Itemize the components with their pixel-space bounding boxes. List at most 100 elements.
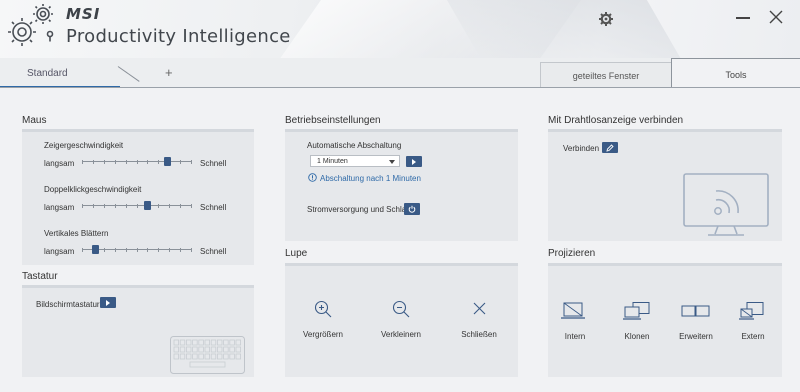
magnifier-close-label: Schließen [461, 330, 497, 339]
keyboard-key [198, 339, 204, 346]
section-title-wireless: Mit Drahtlosanzeige verbinden [548, 115, 684, 126]
section-title-betrieb: Betriebseinstellungen [285, 115, 381, 126]
project-extern-button[interactable]: Extern [728, 302, 778, 344]
tab-tools[interactable]: Tools [671, 58, 800, 88]
keyboard-key [223, 339, 229, 346]
slider-tick [115, 204, 116, 208]
slider-tick [137, 248, 138, 252]
slider-tick [115, 248, 116, 252]
slider-tick [82, 248, 83, 252]
slider-tick [147, 160, 148, 164]
zoom-out-button[interactable]: Verkleinern [373, 300, 429, 344]
pencil-icon [606, 143, 614, 152]
keyboard-key [210, 339, 217, 346]
auto-off-label: Automatische Abschaltung [307, 141, 402, 150]
slider-tick [158, 204, 159, 208]
tab-standard-label: Standard [27, 68, 68, 79]
project-extend-button[interactable]: Erweitern [670, 302, 722, 344]
header-decoration [435, 0, 705, 58]
keyboard-key [217, 346, 223, 353]
slider-thumb[interactable] [164, 157, 171, 166]
keyboard-key [235, 353, 241, 360]
tab-divider [117, 66, 140, 82]
tab-tools-label: Tools [725, 70, 747, 80]
keyboard-key [173, 346, 179, 353]
keyboard-key [235, 339, 241, 346]
slider-min-label: langsam [44, 203, 75, 212]
keyboard-key [223, 346, 229, 353]
keyboard-key [173, 339, 179, 346]
slider-label-vertical-scroll: Vertikales Blättern [44, 229, 109, 238]
keyboard-key [198, 353, 204, 360]
keyboard-key [179, 346, 186, 353]
project-intern-icon [561, 302, 585, 319]
power-sleep-button[interactable] [404, 203, 420, 215]
slider-tick [126, 248, 127, 252]
keyboard-key [229, 339, 235, 346]
play-icon [412, 158, 416, 165]
keyboard-key [185, 346, 192, 353]
section-title-tastatur: Tastatur [22, 271, 58, 282]
brand-logo: MSI [66, 5, 101, 23]
project-intern-button[interactable]: Intern [550, 302, 600, 344]
slider-tick [191, 248, 192, 252]
zoom-in-icon [314, 300, 332, 318]
slider-tick [126, 204, 127, 208]
slider-tick [104, 160, 105, 164]
keyboard-key [235, 346, 241, 353]
keyboard-key [198, 346, 204, 353]
slider-tick [158, 248, 159, 252]
settings-gear-icon[interactable] [598, 11, 614, 27]
slider-tick [126, 160, 127, 164]
slider-tick [169, 248, 170, 252]
zoom-out-icon [392, 300, 410, 318]
slider-tick [82, 204, 83, 208]
wireless-display-icon [683, 173, 769, 236]
project-clone-button[interactable]: Klonen [612, 302, 662, 344]
slider-tick [115, 160, 116, 164]
tab-shared-window[interactable]: geteiltes Fenster [540, 62, 672, 88]
zoom-in-label: Vergrößern [302, 330, 344, 339]
slider-tick [147, 248, 148, 252]
slider-tick [93, 160, 94, 164]
keyboard-key [204, 339, 210, 346]
auto-off-info-text: Abschaltung nach 1 Minuten [320, 174, 421, 183]
slider-thumb[interactable] [144, 201, 151, 210]
slider-tick [137, 204, 138, 208]
zoom-out-label: Verkleinern [380, 330, 422, 339]
project-intern-label: Intern [564, 332, 586, 341]
on-screen-keyboard-button[interactable] [100, 297, 116, 308]
keyboard-key [179, 339, 186, 346]
tab-standard[interactable]: Standard [0, 58, 190, 88]
keyboard-key [217, 353, 223, 360]
close-window-icon[interactable] [768, 9, 784, 25]
keyboard-key [229, 353, 235, 360]
maus-panel: Zeigergeschwindigkeit langsam Schnell Do… [22, 129, 254, 265]
keyboard-key [185, 339, 192, 346]
keyboard-key [192, 339, 198, 346]
auto-off-select[interactable]: 1 Minuten [310, 155, 400, 167]
magnifier-close-button[interactable]: Schließen [451, 300, 507, 344]
keyboard-key [179, 353, 186, 360]
slider-label-double-click-speed: Doppelklickgeschwindigkeit [44, 185, 142, 194]
zoom-in-button[interactable]: Vergrößern [295, 300, 351, 344]
connect-button[interactable] [602, 142, 618, 153]
slider-tick [191, 160, 192, 164]
tastatur-panel: Bildschirmtastatur [22, 285, 254, 377]
lupe-panel: Vergrößern Verkleinern Schließen [285, 263, 518, 377]
double-click-speed-slider[interactable] [82, 200, 192, 212]
pointer-speed-slider[interactable] [82, 156, 192, 168]
auto-off-select-value: 1 Minuten [317, 158, 348, 165]
add-tab-button[interactable]: + [165, 65, 173, 80]
vertical-scroll-slider[interactable] [82, 244, 192, 256]
keyboard-key [192, 346, 198, 353]
minimize-button[interactable] [736, 17, 750, 19]
keyboard-key [210, 353, 217, 360]
tab-shared-window-label: geteiltes Fenster [572, 71, 640, 81]
gears-logo-icon [8, 4, 54, 46]
close-icon [473, 302, 486, 315]
auto-off-apply-button[interactable] [406, 156, 422, 167]
slider-thumb[interactable] [92, 245, 99, 254]
slider-tick [137, 160, 138, 164]
keyboard-icon [170, 336, 245, 374]
